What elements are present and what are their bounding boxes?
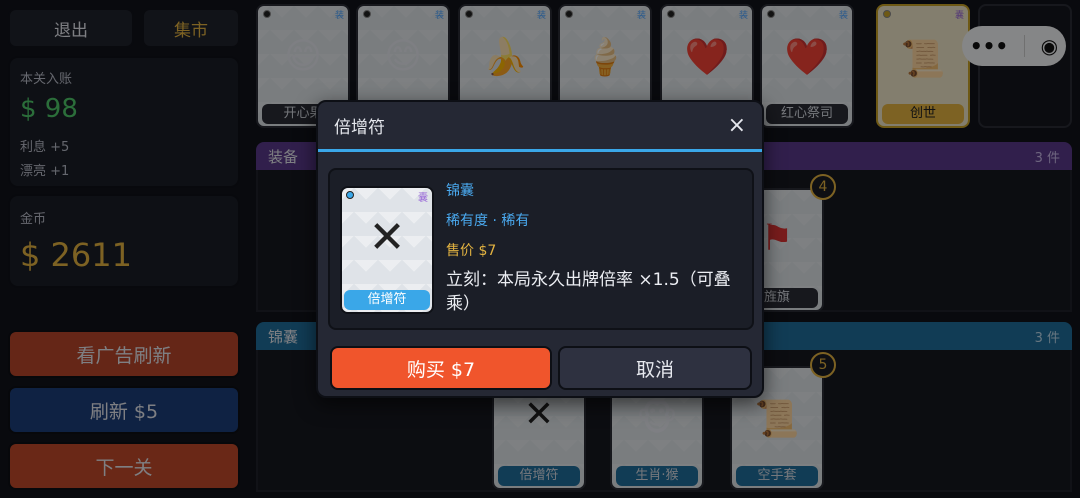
item-card-preview: 囊 ✕ 倍增符: [340, 186, 434, 314]
card-tag: 囊: [418, 193, 428, 204]
dialog-title: 倍增符: [334, 118, 385, 138]
card-dot: [346, 191, 354, 199]
item-info: 锦囊 稀有度 · 稀有 售价 $7 立刻：本局永久出牌倍率 ×1.5（可叠乘）: [446, 180, 746, 316]
item-detail-panel: 囊 ✕ 倍增符 锦囊 稀有度 · 稀有 售价 $7 立刻：本局永久出牌倍率 ×1…: [328, 168, 754, 330]
game-screen: 退出 集市 本关入账 $ 98 利息 +5 漂亮 +1 金币 $ 2611 看广…: [0, 0, 1080, 498]
cancel-label: 取消: [635, 358, 674, 381]
cancel-button[interactable]: 取消: [558, 346, 752, 390]
buy-label: 购买 $7: [406, 358, 476, 381]
item-rarity: 稀有度 · 稀有: [446, 213, 530, 229]
item-card-caption: 倍增符: [344, 290, 430, 310]
purchase-dialog: 倍增符 × 囊 ✕ 倍增符 锦囊 稀有度 · 稀有 售价 $7 立刻：本局永久出…: [316, 100, 764, 398]
item-price: 售价 $7: [446, 243, 497, 259]
item-type: 锦囊: [446, 183, 474, 199]
buy-button[interactable]: 购买 $7: [330, 346, 552, 390]
item-description: 立刻：本局永久出牌倍率 ×1.5（可叠乘）: [446, 270, 731, 314]
close-icon[interactable]: ×: [728, 113, 746, 138]
dialog-header: 倍增符 ×: [318, 102, 762, 152]
multiplier-x-icon: ✕: [368, 212, 406, 263]
